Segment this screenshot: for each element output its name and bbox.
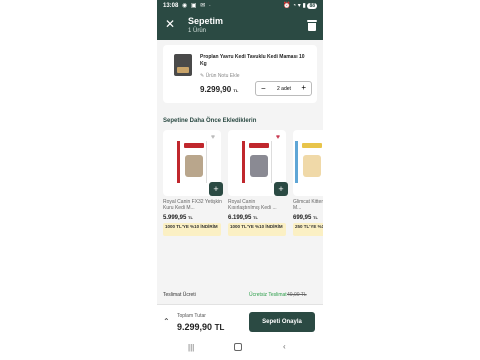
system-navbar: ||| ‹: [157, 338, 323, 360]
favorite-heart-icon[interactable]: ♥: [276, 134, 280, 141]
battery-icon: 88: [307, 3, 317, 9]
total-currency: TL: [214, 323, 225, 332]
reco-card-1[interactable]: ♥ + Royal Canin FX32 Yetişkin Kuru Kedi …: [163, 130, 223, 250]
add-to-cart-button[interactable]: +: [209, 182, 223, 196]
promo-badge: 1000 TL'YE %10 İNDİRİM: [228, 223, 286, 236]
total-value: 9.299,90 TL: [177, 322, 224, 332]
cat-picture: [303, 155, 321, 177]
reco-price: 5.999,95 TL: [163, 215, 193, 221]
notification-icons: ◉ ▣ ✉ ·: [182, 3, 212, 9]
brand-logo: [184, 143, 204, 148]
reco-name[interactable]: Royal Canin Kısırlaştırılmış Kedi ...: [228, 199, 288, 211]
product-image[interactable]: [171, 53, 195, 77]
reco-bag-icon: [295, 141, 323, 183]
reco-price-currency: TL: [188, 215, 193, 220]
reco-name[interactable]: Royal Canin FX32 Yetişkin Kuru Kedi M...: [163, 199, 223, 211]
recent-apps-icon[interactable]: |||: [188, 343, 194, 352]
cat-picture: [185, 155, 203, 177]
reco-bag-icon: [177, 141, 207, 183]
chevron-up-icon[interactable]: ⌃: [163, 317, 170, 326]
product-price-currency: TL: [233, 88, 239, 93]
cart-item-card: Proplan Yavru Kedi Tavuklu Kedi Maması 1…: [163, 45, 317, 103]
reco-price-value: 5.999,95: [163, 215, 187, 221]
free-shipping-label: Ücretsiz Teslimat: [249, 292, 287, 298]
decrease-button[interactable]: −: [261, 84, 266, 93]
old-shipping-price: 40,00 TL: [287, 292, 307, 298]
status-time: 13:08: [163, 3, 179, 9]
total-label: Toplam Tutar: [177, 313, 206, 319]
reco-bag-icon: [242, 141, 272, 183]
total-amount: 9.299,90: [177, 322, 213, 332]
reco-price-currency: TL: [313, 215, 318, 220]
increase-button[interactable]: +: [301, 83, 306, 93]
home-icon[interactable]: [234, 343, 242, 351]
trash-icon[interactable]: [307, 20, 317, 31]
reco-price-value: 6.199,95: [228, 215, 252, 221]
status-bar: 13:08 ◉ ▣ ✉ · ⏰ ◔ ▾ ▮ 88: [157, 0, 323, 13]
promo-badge: 250 TL'YE %10 İN...: [293, 223, 323, 236]
add-to-cart-button[interactable]: +: [274, 182, 288, 196]
add-note-label: Ürün Notu Ekle: [205, 73, 240, 79]
signal-icons: ⏰ ◔ ▾ ▮: [283, 3, 306, 9]
reco-price: 699,95 TL: [293, 215, 318, 221]
favorite-heart-icon[interactable]: ♥: [211, 134, 215, 141]
brand-logo: [249, 143, 269, 148]
quantity-value: 2 adet: [277, 86, 291, 92]
recommendations-title: Sepetine Daha Önce Eklediklerin: [163, 118, 257, 124]
reco-price: 6.199,95 TL: [228, 215, 258, 221]
cart-header: 13:08 ◉ ▣ ✉ · ⏰ ◔ ▾ ▮ 88 ✕ Sepetim 1 Ürü…: [157, 0, 323, 40]
product-bag-icon: [174, 54, 192, 76]
reco-price-value: 699,95: [293, 215, 312, 221]
back-icon[interactable]: ‹: [283, 342, 286, 351]
trash-can: [308, 23, 316, 31]
reco-image[interactable]: [293, 130, 323, 196]
product-title[interactable]: Proplan Yavru Kedi Tavuklu Kedi Maması 1…: [200, 54, 312, 68]
close-icon[interactable]: ✕: [165, 18, 175, 30]
add-note-link[interactable]: ✎ Ürün Notu Ekle: [200, 73, 240, 79]
checkout-footer: ⌃ Toplam Tutar 9.299,90 TL Sepeti Onayla: [157, 304, 323, 338]
reco-price-currency: TL: [253, 215, 258, 220]
shipping-row: Teslimat Ücreti Ücretsiz Teslimat 40,00 …: [157, 288, 323, 302]
brand-logo: [302, 143, 322, 148]
product-price-value: 9.299,90: [200, 85, 232, 94]
promo-badge: 1000 TL'YE %10 İNDİRİM: [163, 223, 221, 236]
trash-lid: [307, 20, 317, 22]
cat-picture: [250, 155, 268, 177]
reco-name[interactable]: Glimcat Kitten Yavru Kedi M...: [293, 199, 323, 211]
phone-screen: 13:08 ◉ ▣ ✉ · ⏰ ◔ ▾ ▮ 88 ✕ Sepetim 1 Ürü…: [157, 0, 323, 360]
item-count: 1 Ürün: [188, 28, 207, 34]
reco-card-2[interactable]: ♥ + Royal Canin Kısırlaştırılmış Kedi ..…: [228, 130, 288, 250]
quantity-stepper: − 2 adet +: [255, 81, 312, 96]
reco-card-3[interactable]: Glimcat Kitten Yavru Kedi M... 699,95 TL…: [293, 130, 323, 250]
page-title: Sepetim: [188, 16, 224, 26]
shipping-label: Teslimat Ücreti: [163, 292, 196, 298]
product-price: 9.299,90 TL: [200, 85, 238, 94]
system-icons: ⏰ ◔ ▾ ▮ 88: [283, 2, 317, 9]
confirm-cart-button[interactable]: Sepeti Onayla: [249, 312, 315, 332]
